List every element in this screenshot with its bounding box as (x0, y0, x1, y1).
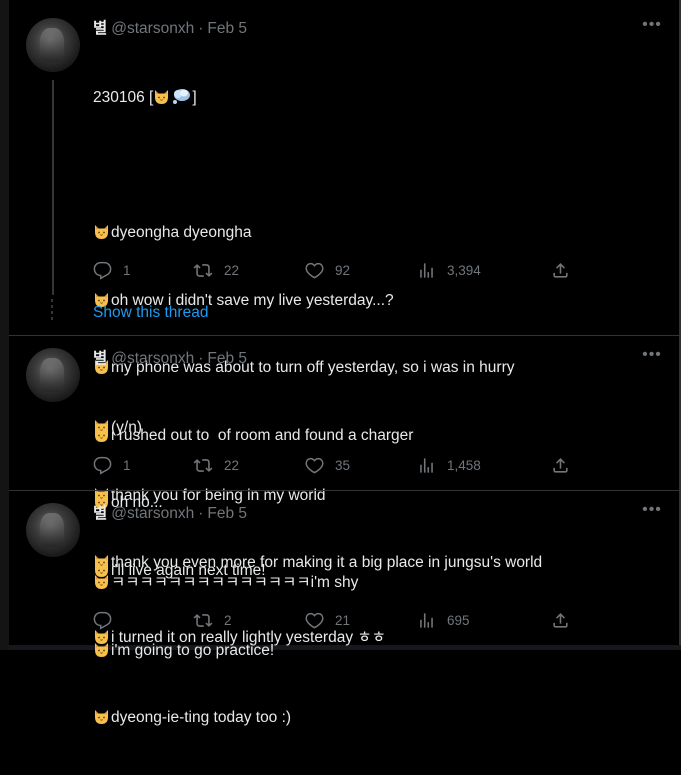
author-handle[interactable]: @starsonxh (111, 20, 194, 37)
share-button[interactable] (551, 260, 570, 280)
avatar[interactable] (26, 503, 80, 557)
tweet-actions: 1 22 35 1,458 (93, 455, 653, 475)
retweet-icon (193, 611, 213, 630)
reply-icon (93, 456, 112, 475)
like-button[interactable]: 92 (305, 260, 350, 280)
more-options-icon[interactable]: ••• (642, 17, 662, 36)
more-options-icon[interactable]: ••• (642, 502, 662, 521)
like-button[interactable]: 35 (305, 455, 350, 475)
avatar[interactable] (26, 18, 80, 72)
window-left-edge (0, 0, 9, 650)
header-separator: · (198, 350, 204, 367)
tweet-line-text: (y/n) (111, 419, 142, 436)
heart-icon (305, 611, 324, 630)
heart-icon (305, 456, 324, 475)
retweet-button[interactable]: 22 (193, 260, 239, 280)
tweet-line-text: ] (192, 89, 197, 106)
cat-face-emoji (93, 641, 110, 658)
retweet-count: 22 (224, 457, 240, 473)
tweet-line-text: ㅋㅋㅋㅋㅋㅋㅋㅋㅋㅋㅋㅋㅋㅋi'm shy (111, 574, 359, 591)
like-button[interactable]: 21 (305, 610, 350, 630)
reply-icon (93, 611, 112, 630)
author-name[interactable]: 별 (93, 349, 107, 367)
reply-icon (93, 261, 112, 280)
like-count: 21 (335, 612, 351, 628)
header-separator: · (198, 20, 204, 37)
like-count: 35 (335, 457, 351, 473)
thread-continuation-dots (51, 299, 53, 323)
header-separator: · (198, 505, 204, 522)
views-button[interactable]: 3,394 (417, 260, 481, 280)
tweet-text: ㅋㅋㅋㅋㅋㅋㅋㅋㅋㅋㅋㅋㅋㅋi'm shy i'm going to go pr… (93, 527, 358, 775)
reply-button[interactable]: 1 (93, 455, 131, 475)
view-count: 695 (447, 612, 470, 628)
view-count: 3,394 (447, 262, 481, 278)
tweet-divider (9, 335, 679, 336)
cat-face-emoji (93, 486, 110, 503)
retweet-count: 22 (224, 262, 240, 278)
tweet-line: i'm going to go practice! (93, 640, 358, 663)
tweet-divider (9, 490, 679, 491)
tweet-header: 별 @starsonxh · Feb 5 (93, 18, 247, 38)
tweet-line-text: dyeongha dyeongha (111, 224, 252, 241)
share-button[interactable] (551, 610, 570, 630)
views-icon (417, 611, 436, 630)
author-name[interactable]: 별 (93, 19, 107, 37)
views-button[interactable]: 1,458 (417, 455, 481, 475)
tweet-date[interactable]: Feb 5 (207, 20, 247, 37)
avatar[interactable] (26, 348, 80, 402)
tweet-line: (y/n) (93, 417, 542, 440)
cat-face-emoji (93, 573, 110, 590)
author-handle[interactable]: @starsonxh (111, 505, 194, 522)
tweet-line-text: 230106 [ (93, 89, 154, 106)
retweet-button[interactable]: 22 (193, 455, 239, 475)
cat-face-emoji (93, 418, 110, 435)
tweet-header: 별 @starsonxh · Feb 5 (93, 348, 247, 368)
cat-face-emoji (93, 223, 110, 240)
tweet-actions: 1 22 92 3,394 (93, 260, 653, 280)
tweet-date[interactable]: Feb 5 (207, 505, 247, 522)
retweet-count: 2 (224, 612, 232, 628)
tweet-date[interactable]: Feb 5 (207, 350, 247, 367)
reply-count: 1 (123, 262, 131, 278)
tweet-line: 230106 [] (93, 87, 515, 110)
show-this-thread-link[interactable]: Show this thread (93, 303, 208, 323)
tweet-actions: 2 21 695 (93, 610, 653, 630)
retweet-icon (193, 261, 213, 280)
tweet-line: dyeongha dyeongha (93, 222, 515, 245)
author-handle[interactable]: @starsonxh (111, 350, 194, 367)
reply-button[interactable]: 1 (93, 260, 131, 280)
tweet-line: ㅋㅋㅋㅋㅋㅋㅋㅋㅋㅋㅋㅋㅋㅋi'm shy (93, 572, 358, 595)
like-count: 92 (335, 262, 351, 278)
tweet-line-text: i'm going to go practice! (111, 641, 275, 659)
thought-balloon-emoji (171, 88, 191, 105)
retweet-button[interactable]: 2 (193, 610, 232, 630)
heart-icon (305, 261, 324, 280)
share-icon (551, 611, 570, 630)
more-options-icon[interactable]: ••• (642, 347, 662, 366)
share-button[interactable] (551, 455, 570, 475)
share-icon (551, 456, 570, 475)
thread-connector-line (52, 80, 54, 295)
view-count: 1,458 (447, 457, 481, 473)
cat-face-emoji (93, 708, 110, 725)
share-icon (551, 261, 570, 280)
views-button[interactable]: 695 (417, 610, 470, 630)
retweet-icon (193, 456, 213, 475)
tweet-line: dyeong-ie-ting today too :) (93, 707, 358, 730)
reply-button[interactable] (93, 610, 123, 630)
author-name[interactable]: 별 (93, 504, 107, 522)
tweet-header: 별 @starsonxh · Feb 5 (93, 503, 247, 523)
tweet-line-text: dyeong-ie-ting today too :) (111, 709, 292, 726)
cat-face-emoji (153, 88, 170, 105)
views-icon (417, 261, 436, 280)
views-icon (417, 456, 436, 475)
reply-count: 1 (123, 457, 131, 473)
